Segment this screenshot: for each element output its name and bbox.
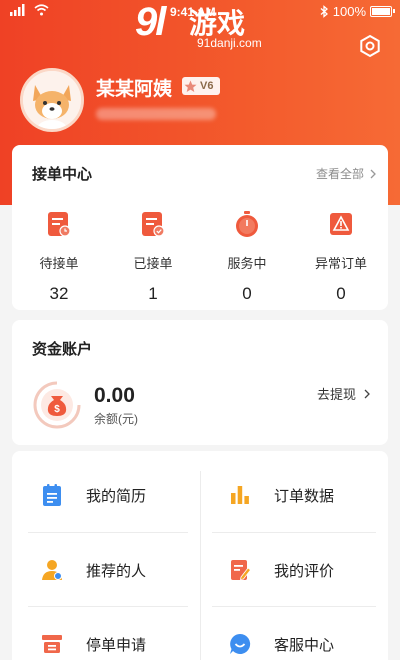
balance-amount: 0.00 — [94, 384, 135, 407]
menu-item-customer-service[interactable]: 客服中心 — [200, 607, 388, 660]
menu-label: 停单申请 — [86, 636, 147, 654]
resume-icon — [43, 484, 61, 506]
blurred-phone-info — [96, 108, 216, 120]
stat-label: 已接单 — [133, 256, 173, 271]
fund-account-card: 资金账户 $ 0.00 余额(元) 去提现 — [12, 320, 388, 445]
chevron-right-icon — [364, 389, 370, 398]
settings-gear-icon[interactable] — [358, 34, 382, 58]
menu-item-pause-orders[interactable]: 停单申请 — [12, 607, 200, 660]
menu-label: 我的评价 — [274, 562, 335, 580]
stat-accepted[interactable]: 已接单 1 — [106, 210, 200, 304]
view-all-label: 查看全部 — [315, 167, 364, 181]
battery-icon — [370, 6, 395, 17]
menu-item-order-data[interactable]: 订单数据 — [200, 458, 388, 532]
order-center-card: 接单中心 查看全部 待接单 32 已接单 1 服务中 0 异常订单 0 — [12, 145, 388, 310]
watermark-logo: 9l — [135, 0, 166, 44]
money-bag-icon: $ — [33, 381, 81, 429]
withdraw-label: 去提现 — [316, 387, 356, 402]
stat-abnormal[interactable]: 异常订单 0 — [294, 210, 388, 304]
vip-level-label: V6 — [200, 80, 214, 92]
stat-label: 异常订单 — [314, 256, 367, 271]
accepted-order-icon — [142, 212, 165, 237]
stat-label: 服务中 — [227, 256, 267, 271]
stat-value: 32 — [49, 284, 69, 303]
stat-value: 1 — [148, 284, 158, 303]
view-all-orders-link[interactable]: 查看全部 — [316, 165, 376, 182]
menu-item-resume[interactable]: 我的简历 — [12, 458, 200, 532]
warning-order-icon — [330, 213, 352, 235]
pending-order-icon — [48, 212, 71, 237]
signal-icon — [10, 4, 25, 16]
menu-item-reviews[interactable]: 我的评价 — [200, 533, 388, 607]
service-menu-card: 我的简历 订单数据 推荐的人 我的评价 停单申请 客服中心 — [12, 451, 388, 660]
bar-chart-icon — [231, 486, 249, 504]
menu-label: 客服中心 — [274, 636, 335, 654]
menu-label: 订单数据 — [274, 487, 335, 505]
bluetooth-icon — [320, 5, 328, 18]
fund-account-title: 资金账户 — [32, 341, 93, 358]
review-edit-icon — [231, 560, 252, 580]
dog-avatar-icon — [23, 71, 81, 129]
pause-order-icon — [42, 635, 62, 653]
vip-level-badge: V6 — [182, 77, 220, 95]
stat-in-service[interactable]: 服务中 0 — [200, 210, 294, 304]
user-name: 某某阿姨 — [96, 79, 173, 100]
wifi-icon — [34, 4, 49, 16]
menu-label: 推荐的人 — [86, 562, 147, 580]
stat-label: 待接单 — [39, 256, 79, 271]
svg-text:$: $ — [54, 404, 60, 415]
stat-pending[interactable]: 待接单 32 — [12, 210, 106, 304]
battery-percent: 100% — [332, 4, 366, 19]
customer-service-icon — [230, 633, 251, 654]
avatar[interactable] — [20, 68, 84, 132]
site-watermark: 9l 游戏 91danji.com — [135, 0, 285, 56]
order-center-title: 接单中心 — [32, 166, 93, 183]
referral-person-icon — [42, 560, 62, 580]
in-service-clock-icon — [236, 211, 258, 237]
menu-item-referrals[interactable]: 推荐的人 — [12, 533, 200, 607]
watermark-url: 91danji.com — [197, 36, 262, 50]
withdraw-link[interactable]: 去提现 — [317, 384, 370, 403]
stat-value: 0 — [336, 284, 346, 303]
chevron-right-icon — [370, 169, 376, 178]
menu-label: 我的简历 — [86, 487, 147, 505]
star-badge-icon — [184, 80, 197, 92]
balance-label: 余额(元) — [94, 412, 138, 426]
stat-value: 0 — [242, 284, 252, 303]
